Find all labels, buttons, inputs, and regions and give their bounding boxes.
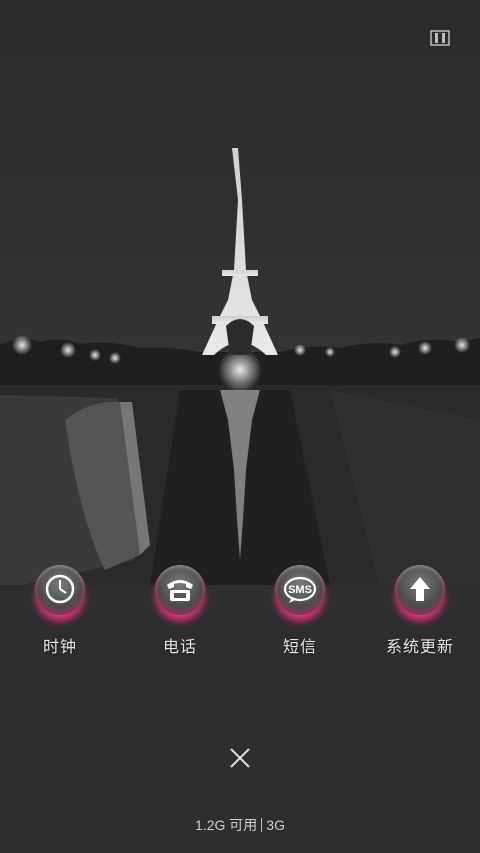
clock-icon: [45, 574, 75, 604]
shortcut-label: 短信: [282, 639, 317, 656]
shortcut-label: 电话: [162, 639, 197, 656]
shortcut-sms[interactable]: SMS 短信: [250, 563, 350, 657]
clock-button[interactable]: [35, 565, 85, 615]
close-button[interactable]: [226, 744, 254, 772]
shortcut-label: 时钟: [42, 639, 77, 656]
close-icon: [230, 748, 250, 768]
phone-button[interactable]: [155, 565, 205, 615]
shortcut-label: 系统更新: [385, 639, 454, 656]
sms-button[interactable]: SMS: [275, 565, 325, 615]
shortcut-phone[interactable]: 电话: [130, 563, 230, 657]
sms-icon: SMS: [283, 576, 317, 603]
network-type-text: 3G: [266, 817, 285, 833]
phone-icon: [167, 580, 193, 601]
eiffel-tower-wallpaper: [0, 0, 480, 853]
menu-icon[interactable]: [430, 30, 450, 46]
update-arrow-icon: [410, 577, 430, 601]
divider: [261, 818, 263, 832]
shortcut-row: 时钟 电话 SMS 短信 系统更新: [0, 563, 480, 673]
system-update-button[interactable]: [395, 565, 445, 615]
memory-available-text: 1.2G 可用: [195, 817, 258, 833]
memory-status-bar: 1.2G 可用 3G: [0, 815, 480, 835]
shortcut-system-update[interactable]: 系统更新: [370, 563, 470, 657]
sms-badge-text: SMS: [288, 584, 312, 596]
shortcut-clock[interactable]: 时钟: [10, 563, 110, 657]
